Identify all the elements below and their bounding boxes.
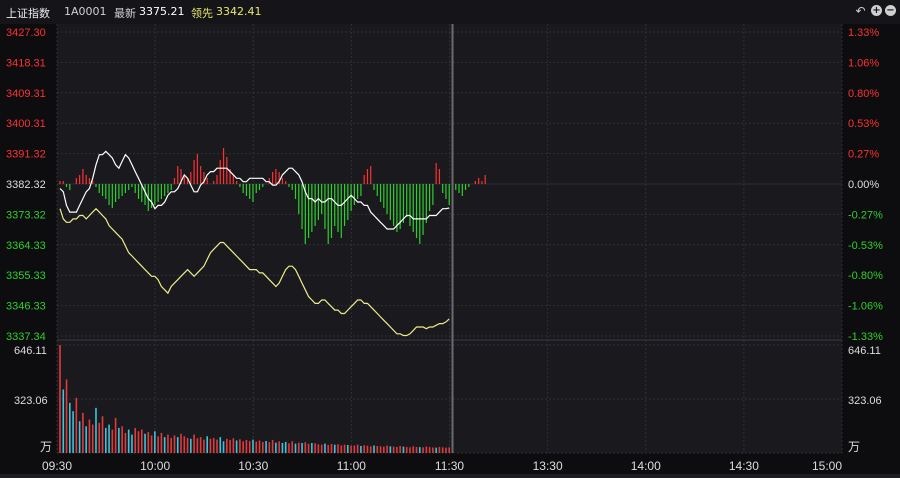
price-tick-label: 3373.32 — [6, 209, 46, 221]
time-tick-label: 11:00 — [337, 459, 366, 473]
percent-tick-label: 0.80% — [848, 88, 879, 100]
volume-tick-label: 646.11 — [848, 345, 881, 357]
price-tick-label: 3391.32 — [6, 149, 46, 161]
price-tick-label: 3400.31 — [6, 118, 46, 130]
volume-unit-label: 万 — [40, 440, 52, 454]
price-tick-label: 3346.33 — [6, 301, 46, 313]
price-tick-label: 3409.31 — [6, 88, 46, 100]
price-tick-label: 3382.32 — [6, 179, 46, 191]
percent-tick-label: 1.33% — [848, 27, 879, 39]
price-tick-label: 3337.34 — [6, 331, 46, 343]
time-tick-label: 14:00 — [631, 459, 661, 473]
time-tick-label: 10:00 — [140, 459, 170, 473]
volume-tick-label: 646.11 — [14, 345, 47, 357]
price-tick-label: 3355.33 — [6, 270, 46, 282]
time-tick-label: 10:30 — [238, 459, 268, 473]
time-tick-label: 11:30 — [435, 459, 464, 473]
percent-tick-label: -0.27% — [848, 209, 883, 221]
percent-tick-label: -1.06% — [848, 301, 883, 313]
volume-tick-label: 323.06 — [14, 395, 48, 407]
percent-tick-label: -0.53% — [848, 240, 883, 252]
percent-tick-label: 0.27% — [848, 149, 879, 161]
time-tick-label: 14:30 — [729, 459, 759, 473]
percent-tick-label: -1.33% — [848, 331, 883, 343]
time-tick-label: 13:30 — [533, 459, 563, 473]
percent-tick-label: -0.80% — [848, 270, 883, 282]
price-tick-label: 3364.33 — [6, 240, 46, 252]
volume-unit-label: 万 — [848, 440, 860, 454]
price-tick-label: 3427.30 — [6, 27, 46, 39]
percent-tick-label: 1.06% — [848, 57, 879, 69]
volume-tick-label: 323.06 — [848, 395, 882, 407]
price-tick-label: 3418.31 — [6, 57, 46, 69]
time-tick-label: 15:00 — [812, 459, 842, 473]
intraday-chart[interactable]: 3427.30 1.33% 3418.31 1.06% 3409.31 0.80% 3400… — [0, 0, 900, 478]
percent-tick-label: 0.53% — [848, 118, 879, 130]
percent-tick-label: 0.00% — [848, 179, 879, 191]
time-tick-label: 09:30 — [42, 459, 72, 473]
bottom-scrollbar[interactable] — [0, 474, 900, 478]
